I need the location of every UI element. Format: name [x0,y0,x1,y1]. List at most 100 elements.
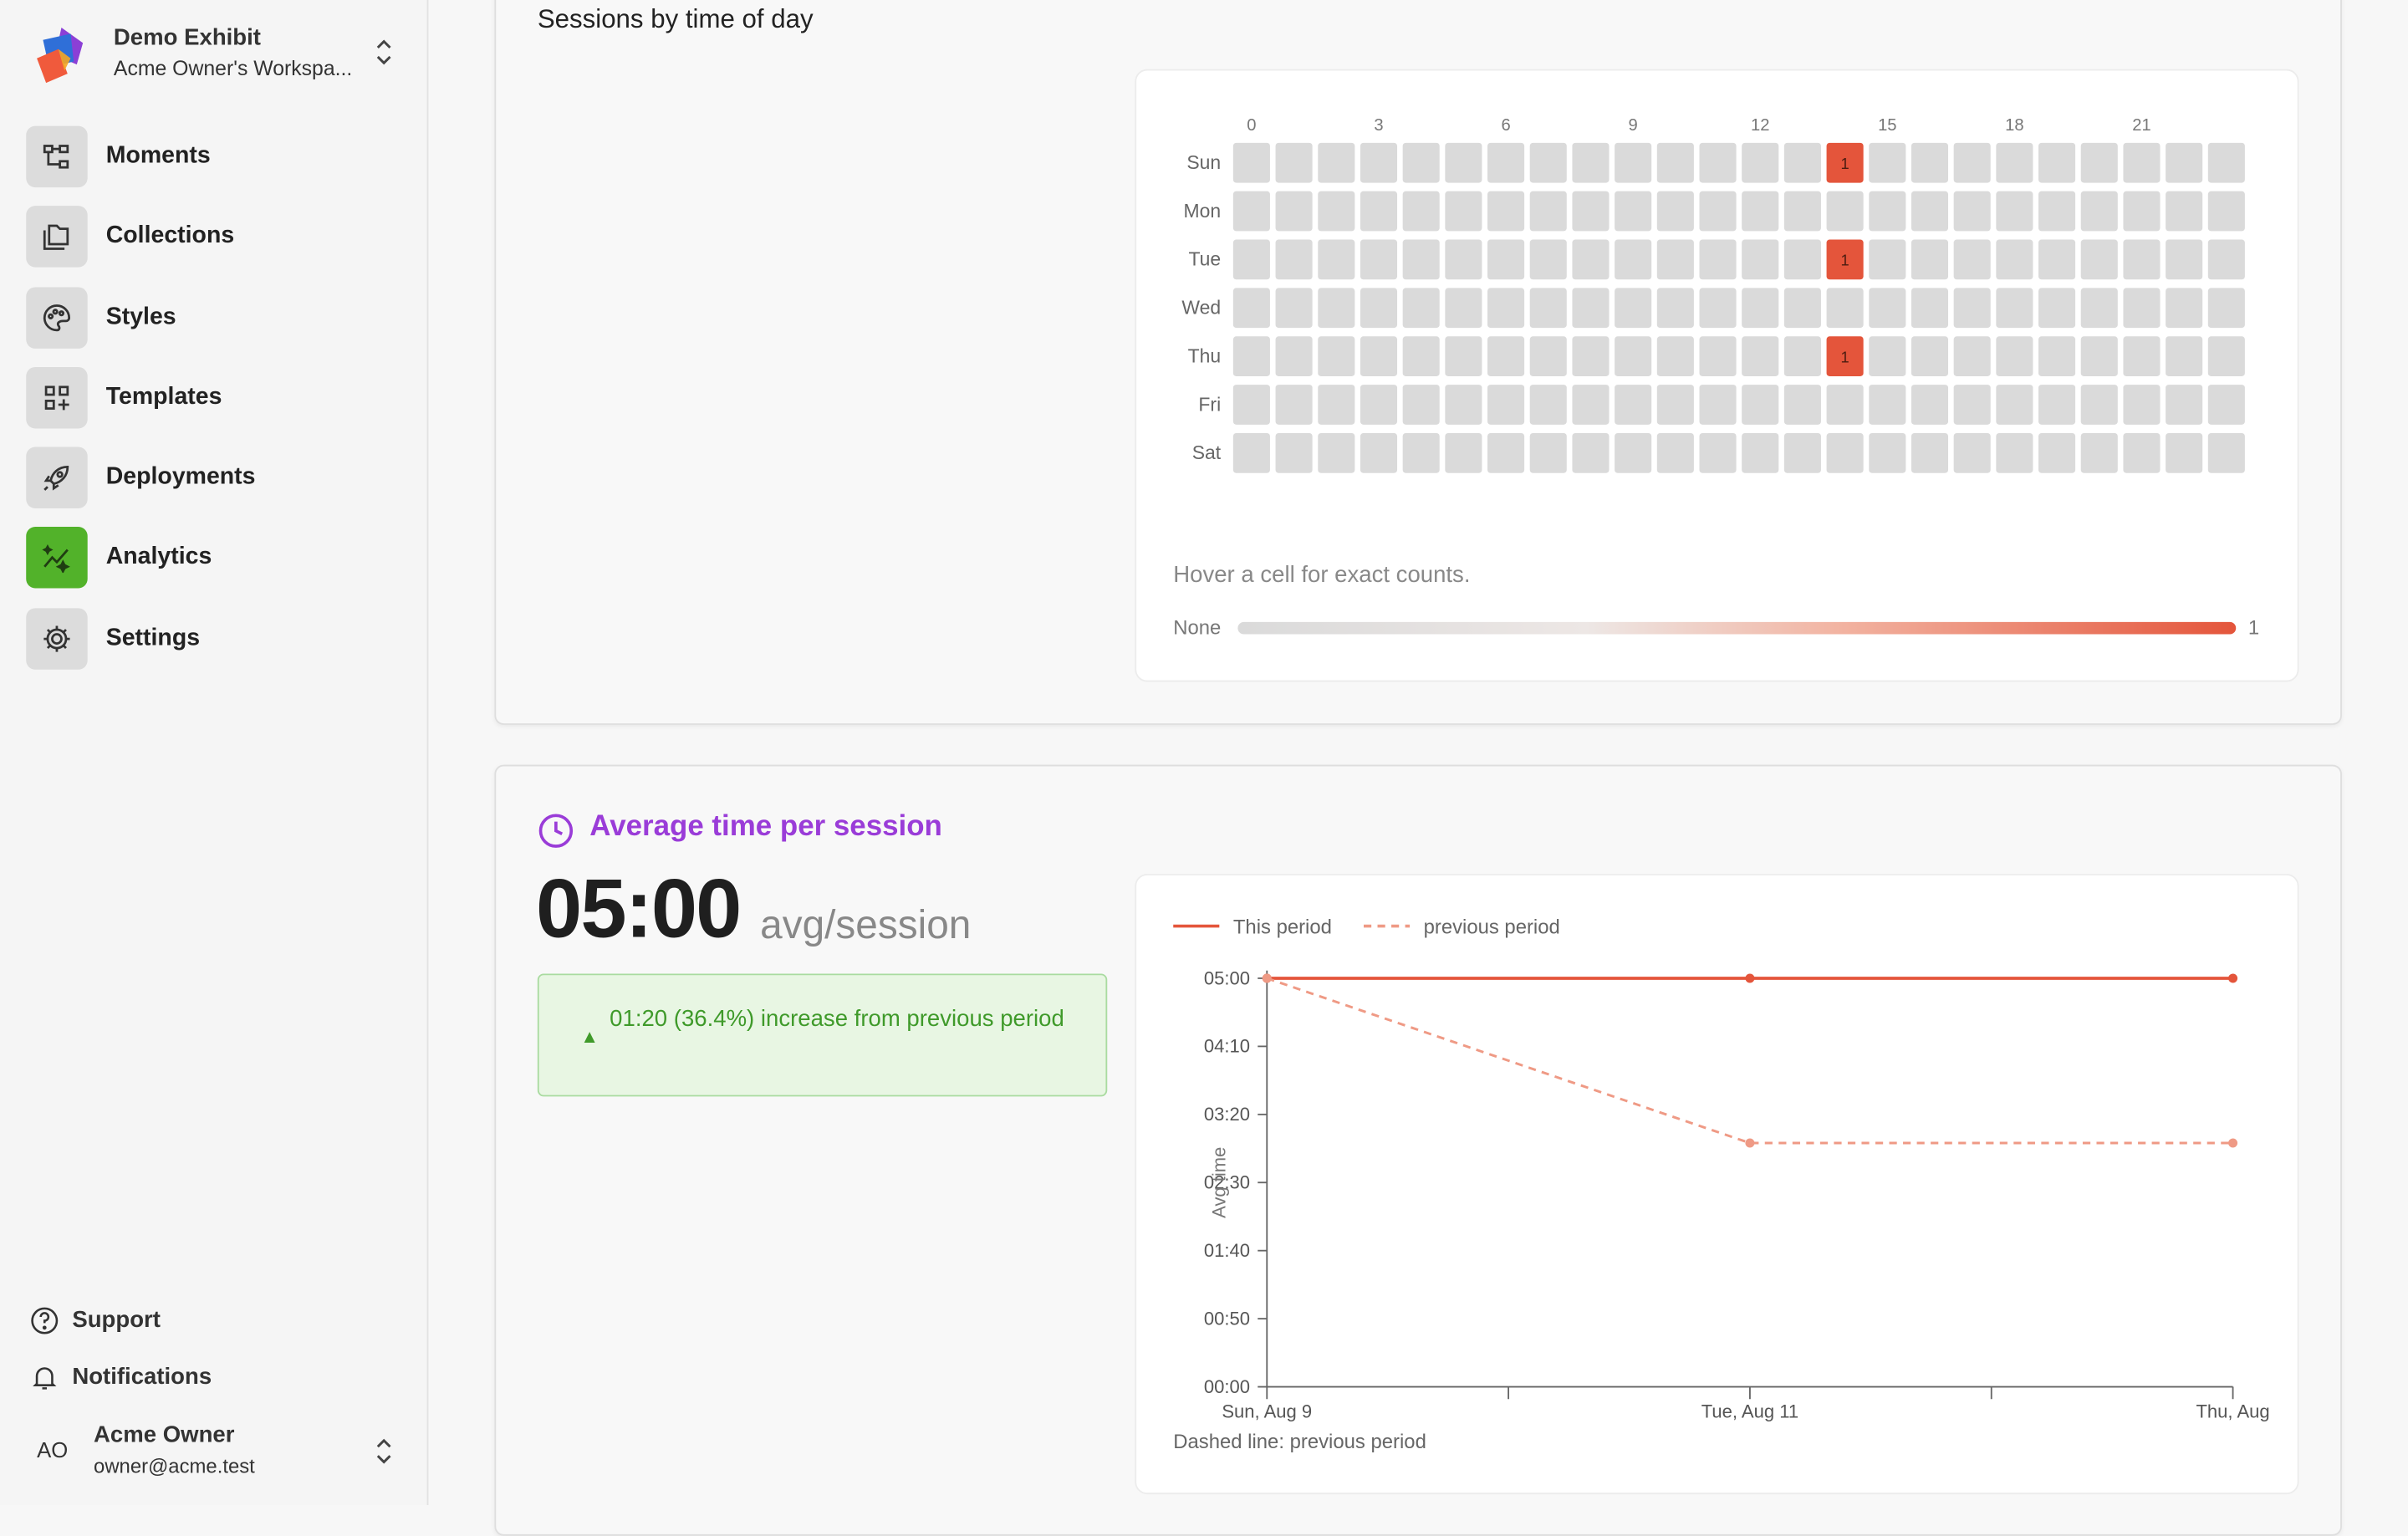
delta-text: 01:20 (36.4%) increase from previous per… [610,1006,1064,1033]
heatmap-cell [1996,385,2033,425]
heatmap-cell [1615,336,1652,376]
x-tick-label: Thu, Aug [2196,1401,2269,1421]
heatmap-cell [1318,288,1355,329]
notifications-link[interactable]: Notifications [29,1359,398,1396]
heatmap-cell [1445,288,1482,329]
delta-badge: ▲ 01:20 (36.4%) increase from previous p… [537,973,1108,1097]
heatmap-cell [1572,239,1610,280]
heatmap-cell [1529,142,1567,183]
nav-item-analytics[interactable]: Analytics [26,527,402,589]
heatmap-cell [1699,288,1737,329]
hour-tick-label: 15 [1878,116,1896,135]
heatmap-cell [1529,191,1567,232]
workspace-name: Demo Exhibit [113,24,261,51]
nav-item-settings[interactable]: Settings [26,607,402,670]
avg-title: Average time per session [589,810,942,844]
heatmap-cell [1360,239,1398,280]
heatmap-cell [1699,239,1737,280]
heatmap-cell [1869,288,1906,329]
support-label: Support [72,1307,161,1334]
nav-item-collections[interactable]: Collections [26,206,402,268]
heatmap-cell [1615,288,1652,329]
legend-gradient [1237,621,2237,635]
palette-icon [26,286,88,349]
heatmap-cell [1232,336,1270,376]
heatmap-cell [2123,432,2161,473]
heatmap-cell [2038,336,2076,376]
nav-label: Analytics [105,544,212,571]
heatmap-cell [1487,432,1525,473]
legend-label: This period [1233,916,1332,939]
heatmap-cell [1656,142,1694,183]
heatmap-cell [2166,432,2203,473]
heatmap-cell [1656,385,1694,425]
y-tick-label: 04:10 [1204,1036,1250,1057]
heatmap-cell [1275,142,1313,183]
heatmap-cell [2166,239,2203,280]
heatmap-cell [1402,288,1440,329]
chevron-updown-icon[interactable] [375,1436,393,1467]
heatmap-cell [1869,191,1906,232]
hour-tick-label: 3 [1374,116,1383,135]
heatmap-cell [1869,385,1906,425]
heatmap-cell [2038,288,2076,329]
heatmap-cell [2207,385,2245,425]
heatmap-cell [1402,191,1440,232]
sidebar: Demo Exhibit Acme Owner's Workspa... Mom… [0,0,429,1505]
workspace-switcher[interactable]: Demo Exhibit Acme Owner's Workspa... [28,22,404,89]
heatmap-cell [1445,385,1482,425]
heatmap-cell [1360,432,1398,473]
heatmap-cell [2207,432,2245,473]
workspace-subtitle: Acme Owner's Workspa... [113,56,353,80]
heatmap-cell [1656,191,1694,232]
heatmap-cell [2080,191,2118,232]
heatmap-cell [1996,239,2033,280]
heatmap-cell [1783,191,1821,232]
heatmap-cell [1402,432,1440,473]
heatmap-cell [1699,336,1737,376]
heatmap-cell [1360,385,1398,425]
heatmap-cell [1572,142,1610,183]
heatmap-cell [1826,432,1864,473]
heatmap-cell [2123,288,2161,329]
increase-arrow-icon: ▲ [580,1025,599,1048]
nav-item-styles[interactable]: Styles [26,286,402,349]
y-tick-label: 00:00 [1204,1376,1250,1397]
heatmap-cell [1487,336,1525,376]
heatmap-cell [1445,432,1482,473]
chart-note: Dashed line: previous period [1173,1429,1426,1453]
cell-count-label: 1 [1841,348,1849,365]
heatmap-cell [1318,142,1355,183]
day-label: Mon [1184,200,1222,222]
support-link[interactable]: Support [29,1303,398,1340]
heatmap-cell [1699,191,1737,232]
heatmap-cell [1996,336,2033,376]
nav-item-templates[interactable]: Templates [26,366,402,429]
heatmap-cell [2207,288,2245,329]
heatmap-cell [1742,432,1779,473]
nav-item-deployments[interactable]: Deployments [26,447,402,509]
help-circle-icon [31,1307,59,1334]
heatmap-cell [1232,385,1270,425]
chevron-updown-icon[interactable] [375,37,393,68]
heatmap-cell [1826,191,1864,232]
nav-item-moments[interactable]: Moments [26,125,402,188]
data-point [1262,973,1272,983]
heatmap-cell [1742,191,1779,232]
cell-count-label: 1 [1841,252,1849,269]
day-label: Thu [1188,344,1222,366]
heatmap-cell [1996,432,2033,473]
heatmap-cell [1996,142,2033,183]
gear-icon [26,607,88,670]
heatmap-cell [1318,336,1355,376]
heatmap-cell [2080,336,2118,376]
avg-time-panel: Average time per session 05:00 avg/sessi… [494,764,2342,1536]
day-label: Fri [1198,393,1221,415]
user-menu[interactable]: AO Acme Owner owner@acme.test [28,1416,404,1486]
hour-tick-label: 12 [1751,116,1769,135]
line-chart-card: This period previous period 00:00 00:50 01:4… [1135,874,2299,1495]
heatmap-cell [2123,191,2161,232]
nav-label: Settings [105,625,201,651]
heatmap-cell [1783,432,1821,473]
heatmap-cell [1996,288,2033,329]
